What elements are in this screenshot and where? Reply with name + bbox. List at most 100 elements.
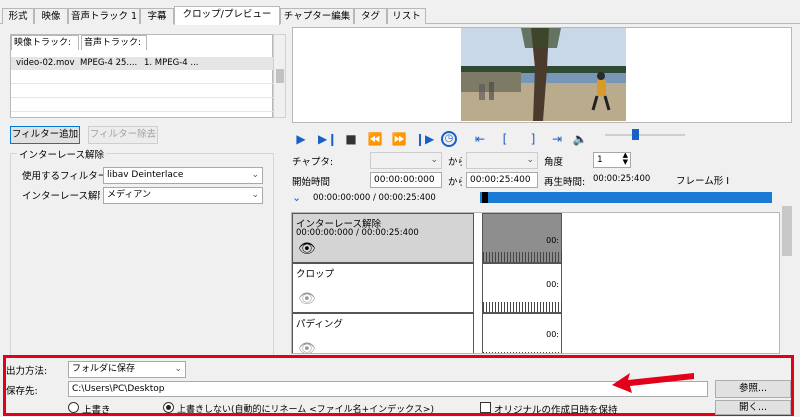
end-time-field[interactable]: 00:00:25:400 [466,172,538,188]
chevron-down-icon: ⌄ [430,155,438,165]
to-label: から [448,157,462,168]
duration-label: 再生時間: [544,177,586,188]
duration-value: 00:00:25:400 [593,174,651,184]
eye-slash-icon[interactable]: 👁 [298,341,316,353]
start-time-label: 開始時間 [292,177,331,188]
filter-name: クロップ [296,269,335,280]
next-frame-icon[interactable]: ❙▶ [415,131,434,147]
play-icon[interactable]: ▶ [293,131,309,147]
strip-time: 00: [546,236,559,245]
tab-list[interactable]: リスト [387,8,426,24]
remove-filter-button[interactable]: フィルター除去 [88,126,158,144]
table-row-empty [11,85,274,98]
table-row[interactable]: video-02.mov MPEG-4 25.... 1. MPEG-4 ... [11,57,274,70]
stop-icon[interactable]: ■ [343,131,359,147]
strip-time: 00: [546,280,559,289]
overwrite-label: 上書き [82,405,111,416]
chevron-down-icon: ⌄ [251,170,259,180]
scrollbar-thumb[interactable] [276,69,284,83]
mode-select-value: メディアン [107,190,152,200]
filter-strip-crop: 00: [482,263,563,313]
chevron-down-icon[interactable]: ⌄ [292,191,301,204]
track-audio-codec: 1. MPEG-4 ... [144,58,199,68]
mark-in-icon[interactable]: [ [497,131,513,147]
video-track-header[interactable]: 映像トラック: [11,35,79,50]
filter-list[interactable]: インターレース解除 00:00:00:000 / 00:00:25:400 👁 … [291,212,780,354]
filter-strip-deinterlace: 00: [482,213,563,263]
tab-audio-track-1[interactable]: 音声トラック 1 [68,8,140,24]
position-readout: 00:00:00:000 / 00:00:25:400 [313,193,436,203]
fast-forward-icon[interactable]: ⏩ [391,131,407,147]
tab-subtitles[interactable]: 字幕 [140,8,174,24]
set-end-icon[interactable]: ⇥ [549,131,565,147]
table-row-empty [11,71,274,84]
overwrite-radio[interactable] [68,402,79,413]
volume-slider[interactable] [605,134,685,136]
clock-icon[interactable]: ◷ [441,131,457,147]
step-forward-icon[interactable]: ▶❙ [318,131,337,147]
angle-stepper[interactable]: 1 ▲ ▼ [593,152,631,168]
rewind-icon[interactable]: ⏪ [367,131,383,147]
tab-video[interactable]: 映像 [34,8,68,24]
add-filter-button[interactable]: フィルター追加 [10,126,80,144]
tab-chapter-edit[interactable]: チャプター編集 [280,8,354,24]
angle-value: 1 [597,155,603,165]
mark-out-icon[interactable]: ] [525,131,541,147]
chevron-down-icon: ⌄ [174,364,182,374]
frame-label: フレーム形 I [676,176,730,187]
group-title: インターレース解除 [17,147,107,161]
chapter-label: チャプタ: [292,157,334,168]
mode-select[interactable]: メディアン ⌄ [103,187,263,204]
scrollbar-thumb[interactable] [782,206,792,256]
keep-date-label: オリジナルの作成日時を保持 [494,405,618,416]
volume-icon[interactable]: 🔈 [572,131,588,147]
set-start-icon[interactable]: ⇤ [472,131,488,147]
output-method-select[interactable]: フォルダに保存 ⌄ [68,361,186,378]
filter-item-crop[interactable]: クロップ 👁 [292,263,474,313]
filter-time: 00:00:00:000 / 00:00:25:400 [296,228,419,238]
spinner-arrows-icon[interactable]: ▲ ▼ [623,153,628,166]
filter-select-value: libav Deinterlace [107,170,184,180]
open-button[interactable]: 開く... [715,400,791,415]
video-preview [292,27,792,123]
mode-label: インターレース解除 [22,191,100,202]
tab-format[interactable]: 形式 [2,8,34,24]
track-list[interactable]: 映像トラック: 音声トラック: video-02.mov MPEG-4 25..… [10,34,274,118]
strip-time: 00: [546,330,559,339]
strip-ticks [483,252,563,262]
output-method-label: 出力方法: [6,366,48,377]
filter-name: パディング [296,319,343,330]
track-file-name: video-02.mov [16,58,75,68]
track-list-scrollbar[interactable] [273,34,286,118]
tab-bar: 形式 映像 音声トラック 1 字幕 クロップ/プレビュー チャプター編集 タグ … [0,6,800,25]
start-time-field[interactable]: 00:00:00:000 [370,172,442,188]
filter-list-scrollbar[interactable] [780,202,794,354]
table-row-empty [11,99,274,112]
filter-label: 使用するフィルター [22,171,108,182]
audio-track-header[interactable]: 音声トラック: [81,35,147,50]
chevron-down-icon: ⌄ [526,155,534,165]
destination-label: 保存先: [6,386,38,397]
angle-label: 角度 [544,157,564,168]
chapter-start-select[interactable]: ⌄ [370,152,442,169]
timeline-playhead[interactable] [482,192,488,203]
no-overwrite-radio[interactable] [163,402,174,413]
timeline-bar[interactable] [480,192,772,203]
strip-ticks [483,302,563,312]
track-video-codec: MPEG-4 25.... [80,58,138,68]
filter-item-deinterlace[interactable]: インターレース解除 00:00:00:000 / 00:00:25:400 👁 [292,213,474,263]
eye-icon[interactable]: 👁 [298,241,316,257]
annotation-arrow-icon [612,369,696,396]
chapter-end-select[interactable]: ⌄ [466,152,538,169]
filter-select[interactable]: libav Deinterlace ⌄ [103,167,263,184]
eye-slash-icon[interactable]: 👁 [298,291,316,307]
filter-item-padding[interactable]: パディング 👁 [292,313,474,353]
tab-tags[interactable]: タグ [354,8,387,24]
video-frame [461,28,626,121]
filter-strip-padding: 00: [482,313,563,353]
tab-crop-preview[interactable]: クロップ/プレビュー [174,6,280,25]
volume-slider-thumb[interactable] [632,129,639,140]
to-label: から [448,177,462,188]
browse-button[interactable]: 参照... [715,380,791,398]
keep-date-checkbox[interactable] [480,402,491,413]
